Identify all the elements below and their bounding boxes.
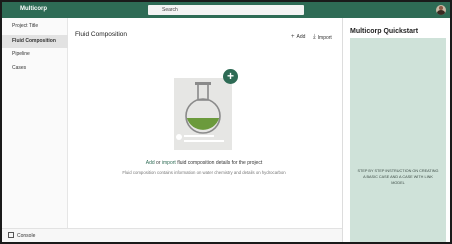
sidebar: Project Title Fluid Composition Pipeline… — [2, 18, 68, 228]
app-title: Multicorp — [20, 6, 47, 12]
quickstart-content[interactable]: STEP BY STEP INSTRUCTION ON CREATING A B… — [350, 38, 446, 242]
top-bar: Multicorp Search — [2, 2, 450, 18]
search-input[interactable]: Search — [148, 5, 304, 15]
or-text: or — [156, 160, 161, 166]
quickstart-panel: Multicorp Quickstart STEP BY STEP INSTRU… — [342, 18, 450, 242]
search-placeholder: Search — [162, 7, 178, 13]
plus-icon: + — [291, 34, 295, 40]
placeholder-line — [184, 140, 224, 142]
placeholder-line — [184, 135, 214, 137]
app-window: Multicorp Search Project Title Fluid Com… — [2, 2, 450, 242]
placeholder-dot — [176, 134, 182, 140]
add-button[interactable]: + Add — [291, 34, 305, 40]
import-button-label: Import — [317, 34, 332, 41]
main-content: Fluid Composition + Add ⤓ Import + Add o… — [69, 18, 339, 228]
add-circle-icon[interactable]: + — [223, 69, 238, 84]
quickstart-body: STEP BY STEP INSTRUCTION ON CREATING A B… — [357, 169, 439, 185]
sidebar-item-pipeline[interactable]: Pipeline — [2, 48, 68, 61]
console-label: Console — [17, 233, 36, 239]
sidebar-item-fluid-composition[interactable]: Fluid Composition — [2, 35, 68, 48]
import-link[interactable]: import — [162, 160, 176, 166]
import-icon: ⤓ — [313, 34, 316, 40]
sidebar-item-project-title[interactable]: Project Title — [2, 20, 68, 33]
console-bar[interactable]: Console — [2, 228, 342, 242]
empty-state-rest: fluid composition details for the projec… — [177, 160, 263, 166]
avatar[interactable] — [436, 5, 446, 15]
page-title: Fluid Composition — [75, 31, 128, 38]
empty-state-subtext: Fluid composition contains information o… — [122, 170, 286, 175]
sidebar-item-cases[interactable]: Cases — [2, 62, 68, 75]
add-link[interactable]: Add — [146, 160, 155, 166]
empty-state-message: Add or import fluid composition details … — [69, 160, 339, 166]
console-icon — [8, 232, 14, 238]
quickstart-title: Multicorp Quickstart — [350, 28, 419, 35]
import-button[interactable]: ⤓ Import — [313, 34, 332, 41]
add-button-label: Add — [296, 34, 306, 40]
